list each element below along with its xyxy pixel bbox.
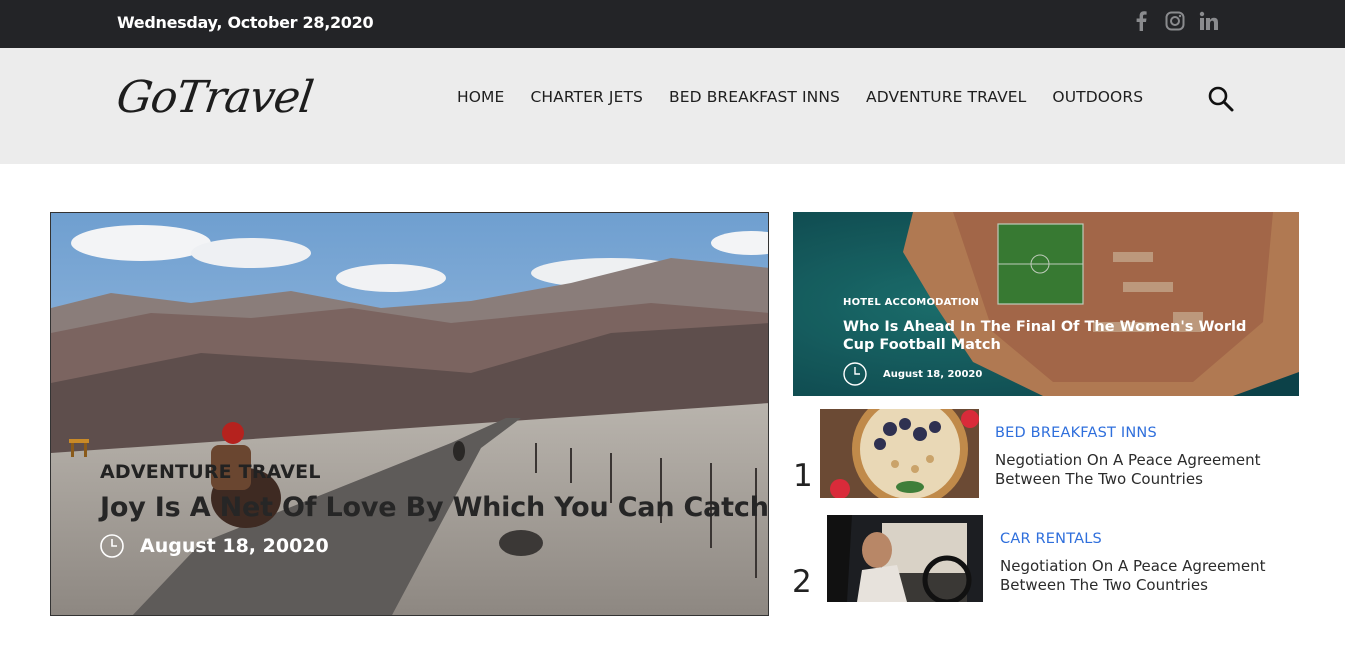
hero-date: August 18, 20020 (100, 534, 329, 558)
nav-charter-jets[interactable]: CHARTER JETS (530, 88, 643, 106)
hero-title[interactable]: Joy Is A Net Of Love By Which You Can Ca… (100, 492, 769, 523)
site-logo[interactable]: GoTravel (113, 72, 315, 123)
clock-icon (843, 362, 867, 386)
nav-outdoors[interactable]: OUTDOORS (1052, 88, 1143, 106)
search-icon[interactable] (1207, 85, 1235, 113)
item-title[interactable]: Negotiation On A Peace Agreement Between… (995, 451, 1295, 489)
current-date: Wednesday, October 28,2020 (117, 13, 374, 32)
driver-image (827, 515, 983, 602)
feature-title[interactable]: Who Is Ahead In The Final Of The Women's… (843, 318, 1263, 354)
nav-bed-breakfast-inns[interactable]: BED BREAKFAST INNS (669, 88, 840, 106)
list-item[interactable]: 2 CAR RENTALS Negotiation On A Peace Agr… (792, 514, 1300, 606)
item-number: 2 (792, 564, 812, 600)
item-thumbnail[interactable] (827, 515, 983, 602)
top-bar: Wednesday, October 28,2020 (0, 0, 1345, 48)
feature-category[interactable]: HOTEL ACCOMODATION (843, 297, 979, 308)
item-title[interactable]: Negotiation On A Peace Agreement Between… (1000, 557, 1300, 595)
item-number: 1 (793, 458, 813, 494)
food-image (820, 409, 979, 498)
nav-adventure-travel[interactable]: ADVENTURE TRAVEL (866, 88, 1026, 106)
hero-overlay: ADVENTURE TRAVEL Joy Is A Net Of Love By… (50, 212, 769, 616)
clock-icon (100, 534, 124, 558)
item-category[interactable]: CAR RENTALS (1000, 531, 1102, 547)
feature-date-text: August 18, 20020 (883, 368, 983, 380)
site-header: GoTravel HOME CHARTER JETS BED BREAKFAST… (0, 48, 1345, 164)
facebook-icon[interactable] (1131, 10, 1151, 32)
linkedin-icon[interactable] (1199, 10, 1219, 32)
hero-date-text: August 18, 20020 (140, 535, 329, 557)
item-category[interactable]: BED BREAKFAST INNS (995, 425, 1157, 441)
hero-category[interactable]: ADVENTURE TRAVEL (100, 461, 321, 483)
feature-date: August 18, 20020 (843, 362, 982, 386)
instagram-icon[interactable] (1165, 10, 1185, 32)
item-thumbnail[interactable] (820, 409, 979, 498)
social-links (1131, 10, 1219, 32)
nav-home[interactable]: HOME (457, 88, 504, 106)
feature-article[interactable]: HOTEL ACCOMODATION Who Is Ahead In The F… (793, 212, 1299, 396)
main-nav: HOME CHARTER JETS BED BREAKFAST INNS ADV… (457, 88, 1143, 106)
list-item[interactable]: 1 BED BREAKFAST INNS Negotiation On A Pe… (793, 408, 1299, 500)
